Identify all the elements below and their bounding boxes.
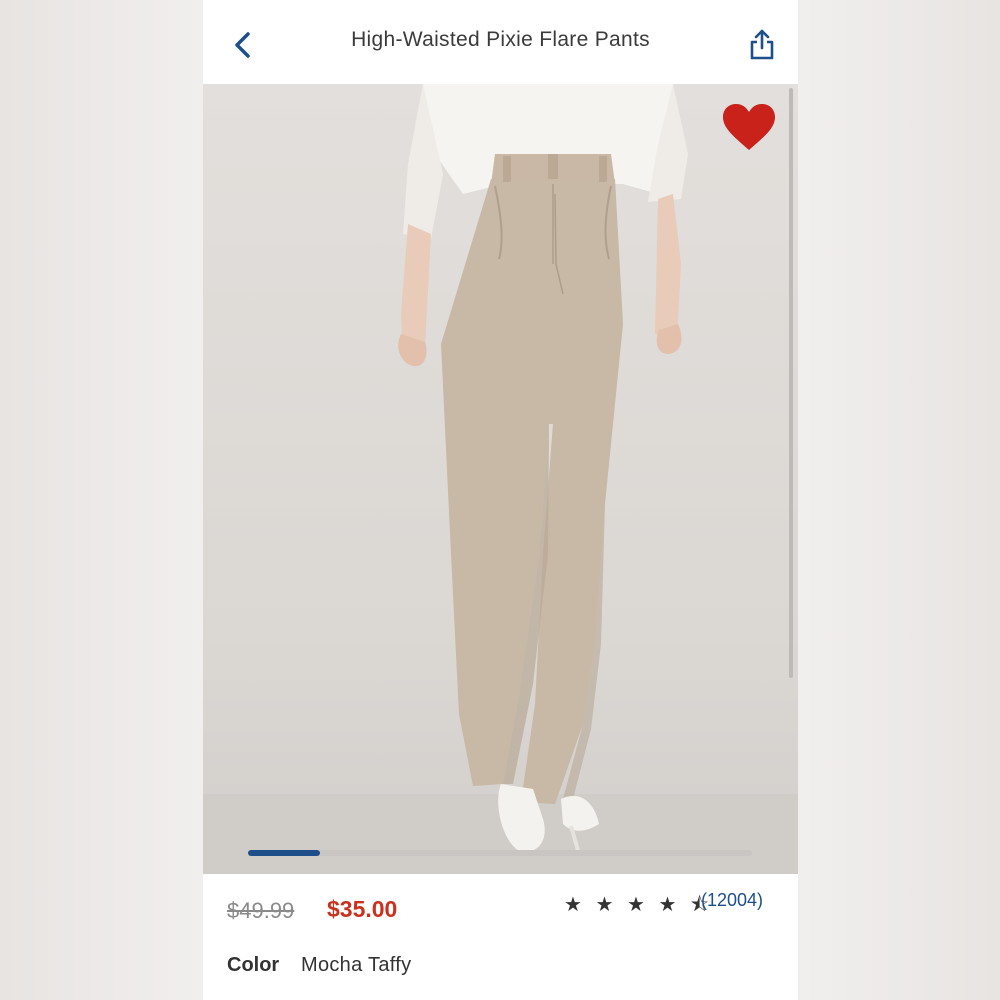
share-icon[interactable] [748, 28, 776, 62]
background-right [798, 0, 1000, 1000]
chevron-left-icon[interactable] [229, 28, 259, 62]
gallery-progress-fill [248, 850, 320, 856]
product-page: High-Waisted Pixie Flare Pants $49.99 $3… [203, 0, 798, 1000]
product-info: $49.99 $35.00 ★ ★ ★ ★ ⯪ (12004) Color Mo… [203, 874, 798, 1000]
page-title: High-Waisted Pixie Flare Pants [351, 28, 650, 51]
gallery-progress-track[interactable] [248, 850, 752, 856]
sale-price: $35.00 [327, 896, 398, 922]
color-label: Color [227, 954, 280, 976]
color-value: Mocha Taffy [301, 954, 412, 976]
original-price: $49.99 [227, 898, 295, 923]
background-left [0, 0, 203, 1000]
header: High-Waisted Pixie Flare Pants [203, 0, 798, 84]
product-image-gallery[interactable] [203, 84, 798, 874]
rating-stars-icon[interactable]: ★ ★ ★ ★ ⯪ [564, 890, 713, 924]
vertical-scrollbar[interactable] [789, 88, 793, 678]
review-count-link[interactable]: (12004) [701, 890, 763, 911]
heart-icon[interactable] [723, 104, 775, 152]
product-photo [398, 84, 688, 855]
